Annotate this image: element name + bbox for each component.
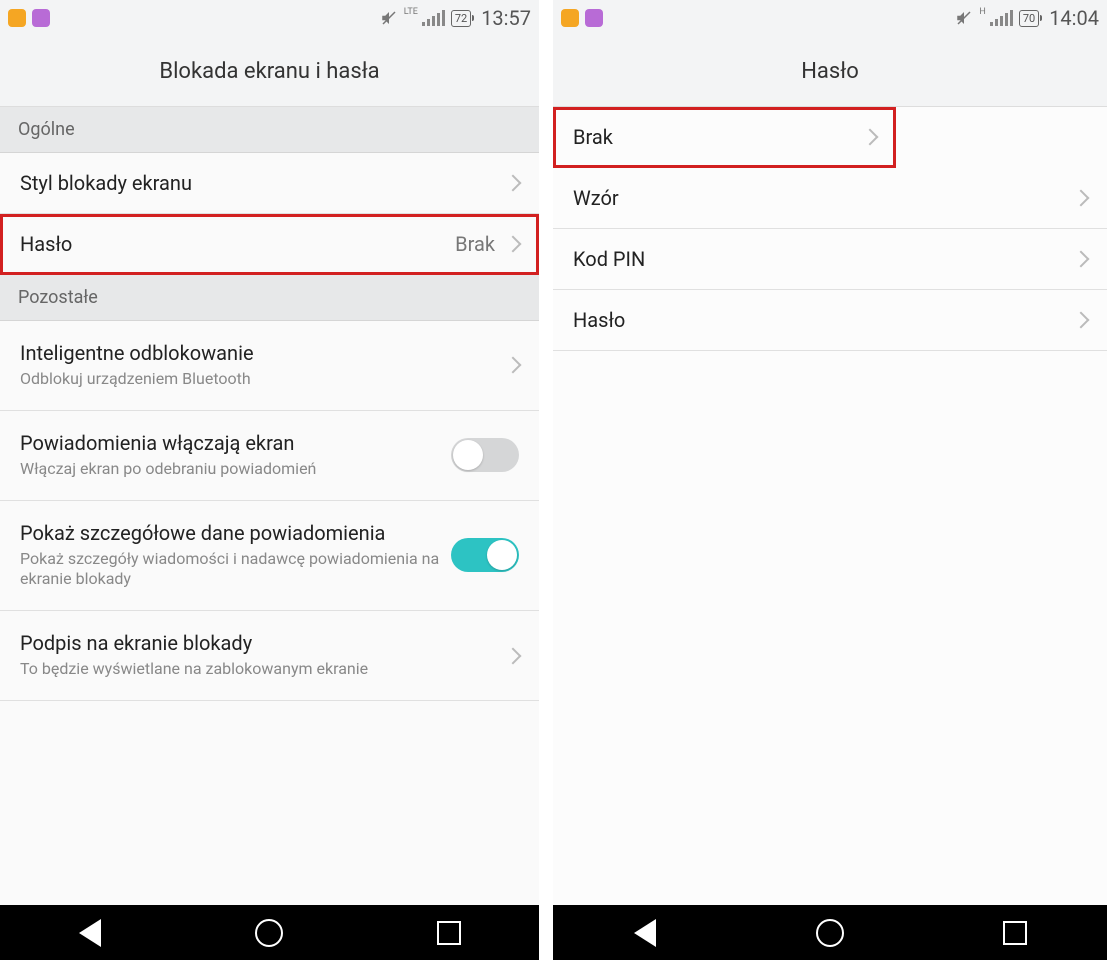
battery-icon: 70 [1019, 10, 1039, 27]
row-sublabel: Pokaż szczegóły wiadomości i nadawcę pow… [20, 549, 451, 591]
mute-icon [380, 9, 398, 27]
back-button[interactable] [627, 915, 663, 951]
row-label: Powiadomienia włączają ekran [20, 431, 451, 455]
row-lock-style[interactable]: Styl blokady ekranu [0, 153, 539, 214]
row-notifications-wake[interactable]: Powiadomienia włączają ekran Włączaj ekr… [0, 411, 539, 501]
row-notification-details[interactable]: Pokaż szczegółowe dane powiadomienia Pok… [0, 501, 539, 612]
row-label: Hasło [573, 308, 625, 332]
row-pin[interactable]: Kod PIN [553, 229, 1107, 290]
row-none[interactable]: Brak [553, 107, 896, 168]
status-bar: H 70 14:04 [553, 0, 1107, 36]
chevron-right-icon [505, 175, 522, 192]
notification-icon [561, 9, 579, 27]
home-button[interactable] [812, 915, 848, 951]
clock: 13:57 [481, 6, 531, 30]
back-button[interactable] [72, 915, 108, 951]
row-sublabel: To będzie wyświetlane na zablokowanym ek… [20, 659, 507, 680]
row-label: Podpis na ekranie blokady [20, 631, 507, 655]
home-button[interactable] [251, 915, 287, 951]
page-title: Blokada ekranu i hasła [0, 36, 539, 107]
mute-icon [955, 9, 973, 27]
password-options-list: Brak Wzór Kod PIN Hasło [553, 107, 1107, 905]
phone-left: LTE 72 13:57 Blokada ekranu i hasła Ogól… [0, 0, 553, 960]
nav-bar [553, 905, 1107, 960]
row-label: Styl blokady ekranu [20, 171, 192, 195]
notification-icon [8, 9, 26, 27]
notification-icon [585, 9, 603, 27]
phone-right: H 70 14:04 Hasło Brak Wzór Kod PIN Hasło [553, 0, 1107, 960]
chevron-right-icon [505, 647, 522, 664]
section-header-general: Ogólne [0, 107, 539, 153]
row-label: Kod PIN [573, 247, 645, 271]
chevron-right-icon [505, 357, 522, 374]
status-bar: LTE 72 13:57 [0, 0, 539, 36]
signal-icon [990, 10, 1013, 26]
chevron-right-icon [1073, 251, 1090, 268]
row-lock-signature[interactable]: Podpis na ekranie blokady To będzie wyśw… [0, 611, 539, 701]
row-label: Inteligentne odblokowanie [20, 341, 507, 365]
recent-button[interactable] [997, 915, 1033, 951]
chevron-right-icon [862, 129, 879, 146]
page-title: Hasło [553, 36, 1107, 107]
row-password[interactable]: Hasło Brak [0, 214, 539, 275]
network-label: LTE [404, 7, 418, 17]
notification-icon [32, 9, 50, 27]
battery-icon: 72 [451, 10, 471, 27]
toggle-notification-details[interactable] [451, 538, 519, 572]
network-label: H [979, 7, 985, 17]
row-value: Brak [455, 232, 495, 256]
settings-list: Ogólne Styl blokady ekranu Hasło Brak Po… [0, 107, 539, 905]
row-label: Hasło [20, 232, 72, 256]
row-label: Pokaż szczegółowe dane powiadomienia [20, 521, 451, 545]
chevron-right-icon [1073, 190, 1090, 207]
chevron-right-icon [1073, 312, 1090, 329]
clock: 14:04 [1049, 6, 1099, 30]
row-label: Brak [573, 125, 613, 149]
row-password[interactable]: Hasło [553, 290, 1107, 351]
chevron-right-icon [505, 236, 522, 253]
toggle-notifications-wake[interactable] [451, 438, 519, 472]
recent-button[interactable] [431, 915, 467, 951]
nav-bar [0, 905, 539, 960]
row-pattern[interactable]: Wzór [553, 168, 1107, 229]
row-sublabel: Odblokuj urządzeniem Bluetooth [20, 369, 507, 390]
row-sublabel: Włączaj ekran po odebraniu powiadomień [20, 459, 451, 480]
section-header-other: Pozostałe [0, 275, 539, 321]
row-label: Wzór [573, 186, 619, 210]
signal-icon [422, 10, 445, 26]
row-smart-unlock[interactable]: Inteligentne odblokowanie Odblokuj urząd… [0, 321, 539, 411]
